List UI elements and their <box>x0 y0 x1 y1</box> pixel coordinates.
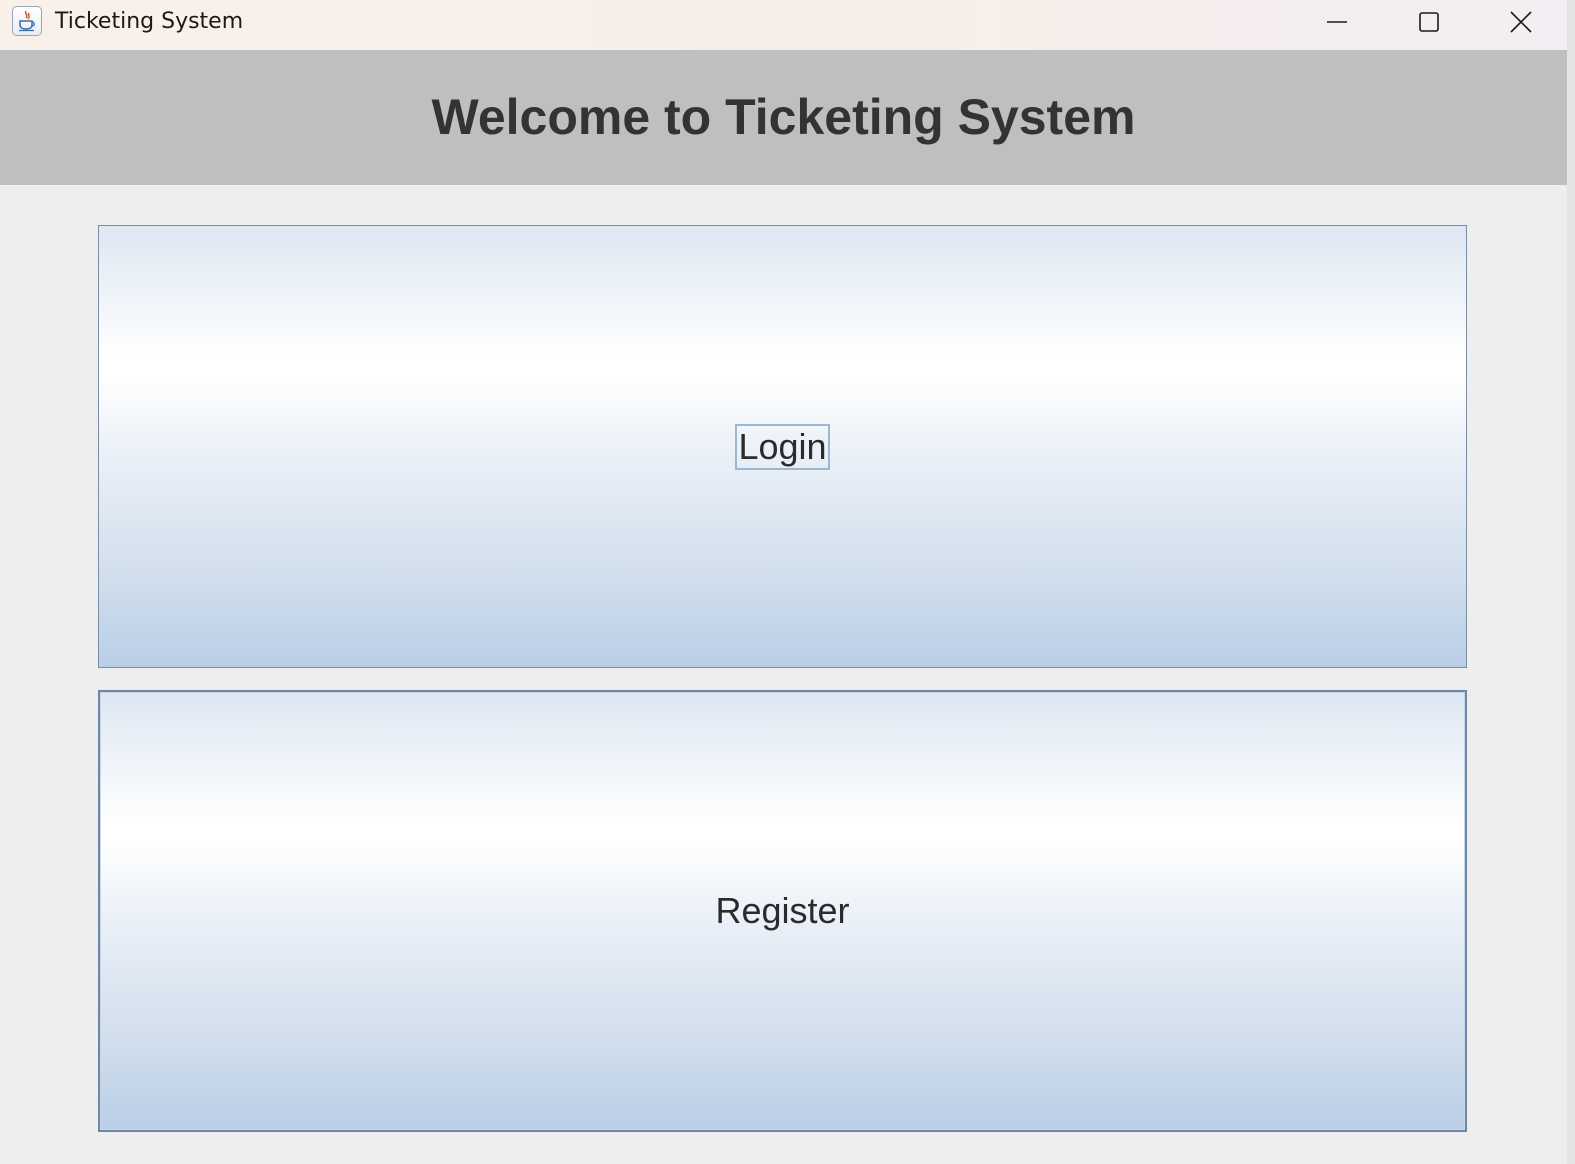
close-icon <box>1510 11 1532 33</box>
app-window: Ticketing System Welcome to Ticketing Sy… <box>0 0 1575 1164</box>
page-title: Welcome to Ticketing System <box>431 88 1136 145</box>
login-button[interactable]: Login <box>98 225 1467 668</box>
close-button[interactable] <box>1475 0 1567 44</box>
java-coffee-cup-icon <box>12 6 42 36</box>
maximize-button[interactable] <box>1383 0 1475 44</box>
window-title: Ticketing System <box>55 9 244 34</box>
welcome-header: Welcome to Ticketing System <box>0 50 1567 185</box>
maximize-icon <box>1418 11 1440 33</box>
title-bar[interactable]: Ticketing System <box>0 0 1567 50</box>
minimize-button[interactable] <box>1291 0 1383 44</box>
login-button-label: Login <box>735 423 830 470</box>
register-button-label: Register <box>715 890 850 931</box>
register-button[interactable]: Register <box>98 690 1467 1132</box>
minimize-icon <box>1327 12 1347 32</box>
